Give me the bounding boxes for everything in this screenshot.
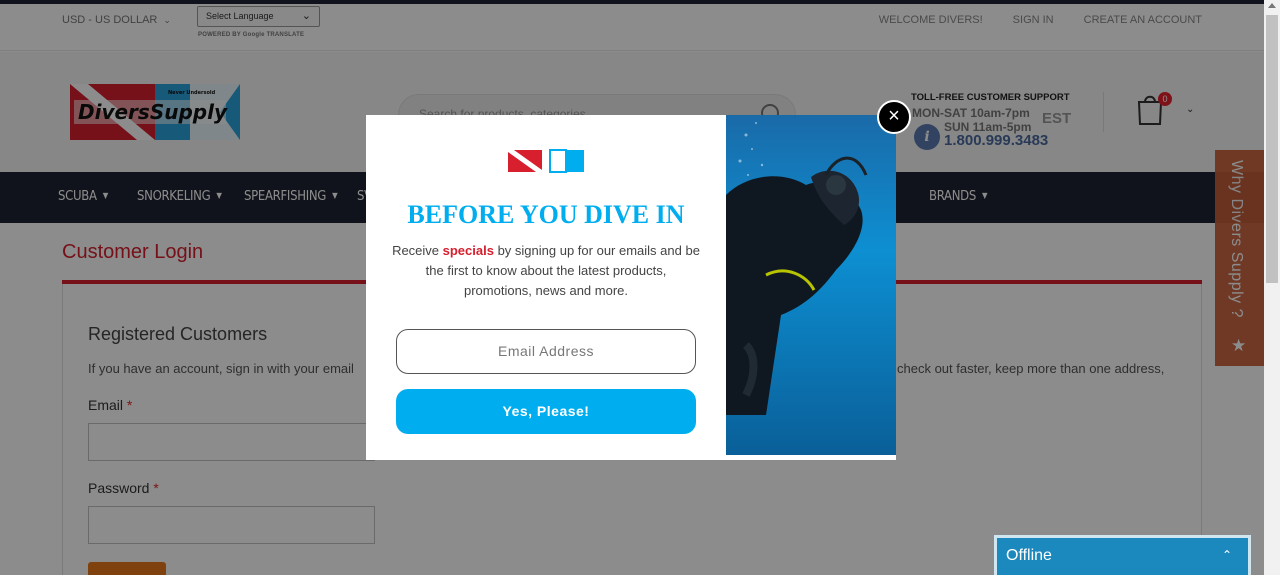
chat-widget[interactable]: Offline ⌃ (994, 535, 1251, 575)
modal-text-before: Receive (392, 243, 443, 258)
chat-status: Offline (1006, 547, 1052, 564)
modal-title: BEFORE YOU DIVE IN (407, 200, 685, 229)
dive-flags-icon (508, 149, 584, 173)
modal-description: Receive specials by signing up for our e… (392, 241, 700, 301)
scroll-up-arrow-icon[interactable] (1268, 3, 1276, 8)
newsletter-modal: BEFORE YOU DIVE IN Receive specials by s… (366, 115, 896, 460)
close-icon[interactable]: × (877, 100, 911, 134)
chevron-up-icon[interactable]: ⌃ (1222, 548, 1232, 562)
scrollbar-thumb[interactable] (1266, 15, 1278, 283)
modal-text-highlight: specials (442, 243, 494, 258)
yes-please-button[interactable]: Yes, Please! (396, 389, 696, 434)
modal-email-input[interactable]: Email Address (396, 329, 696, 374)
scuba-diver-image (726, 115, 896, 455)
